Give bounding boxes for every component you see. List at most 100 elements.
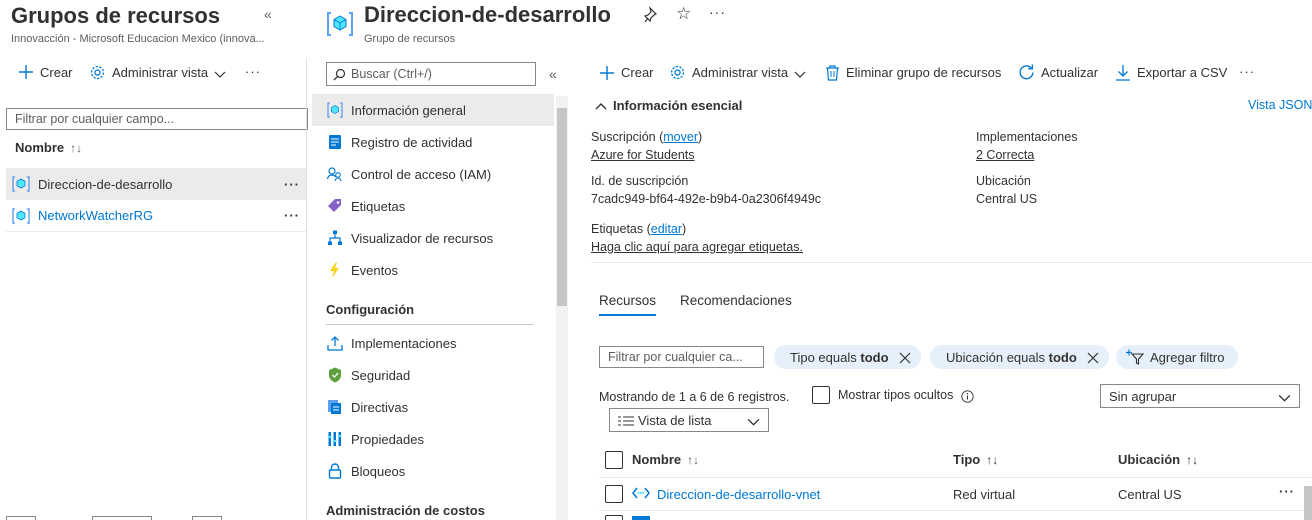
- location-filter-prefix: Ubicación equals: [946, 349, 1046, 365]
- nav-item-properties[interactable]: Propiedades: [312, 423, 554, 455]
- pagination-page[interactable]: [92, 516, 152, 520]
- essentials-toggle[interactable]: Información esencial: [595, 98, 742, 113]
- pagination-next[interactable]: [192, 516, 222, 520]
- cube-icon: [326, 102, 344, 118]
- name-column-label: Nombre: [632, 452, 682, 467]
- gear-icon: [669, 64, 686, 81]
- group-by-dropdown[interactable]: Sin agrupar: [1100, 384, 1300, 408]
- nav-item-events[interactable]: Eventos: [312, 254, 554, 286]
- chevron-down-icon: [214, 65, 226, 80]
- nav-item-policies[interactable]: Directivas: [312, 391, 554, 423]
- type-column-header[interactable]: Tipo ↑↓: [953, 452, 998, 467]
- show-hidden-types[interactable]: Mostrar tipos ocultos: [812, 386, 974, 404]
- edit-tags-link[interactable]: editar: [651, 222, 682, 236]
- nav-item-activity-log[interactable]: Registro de actividad: [312, 126, 554, 158]
- close-icon[interactable]: [1087, 350, 1099, 365]
- show-hidden-label: Mostrar tipos ocultos: [838, 388, 954, 402]
- nav-item-security[interactable]: Seguridad: [312, 359, 554, 391]
- more-options-button[interactable]: ···: [709, 4, 726, 20]
- list-item[interactable]: Direccion-de-desarrollo ···: [6, 168, 306, 200]
- gear-icon: [89, 64, 106, 81]
- nav-item-label: Propiedades: [351, 431, 424, 447]
- move-subscription-link[interactable]: mover: [663, 130, 698, 144]
- resource-filter-input[interactable]: Filtrar por cualquier ca...: [599, 346, 764, 368]
- resource-type: Red virtual: [953, 487, 1016, 502]
- main-scrollbar-thumb[interactable]: [1304, 486, 1312, 520]
- manage-view-button[interactable]: Administrar vista: [89, 64, 226, 81]
- type-filter-value: todo: [860, 349, 889, 365]
- tag-icon: [326, 198, 344, 214]
- create-label: Crear: [40, 64, 73, 80]
- collapse-menu-button[interactable]: «: [549, 66, 557, 82]
- row-more-button[interactable]: ···: [284, 208, 300, 223]
- close-icon[interactable]: [899, 350, 911, 365]
- nav-item-locks[interactable]: Bloqueos: [312, 455, 554, 487]
- menu-search-input[interactable]: Buscar (Ctrl+/): [326, 62, 536, 86]
- add-filter-button[interactable]: Agregar filtro: [1116, 345, 1239, 369]
- menu-scrollbar-thumb[interactable]: [557, 108, 567, 306]
- deployments-value-link[interactable]: 2 Correcta: [976, 148, 1034, 162]
- pin-icon[interactable]: [643, 6, 660, 27]
- subscription-id-label: Id. de suscripción: [591, 174, 689, 188]
- more-toolbar-button[interactable]: ···: [1239, 64, 1255, 79]
- json-view-link[interactable]: Vista JSON: [1248, 98, 1312, 112]
- nav-item-label: Información general: [351, 102, 466, 118]
- row-checkbox[interactable]: [605, 515, 623, 520]
- properties-icon: [326, 431, 344, 447]
- create-resource-button[interactable]: Crear: [599, 64, 654, 81]
- location-column-header[interactable]: Ubicación ↑↓: [1118, 452, 1198, 467]
- manage-view-button[interactable]: Administrar vista: [669, 64, 806, 81]
- nav-item-overview[interactable]: Información general: [312, 94, 554, 126]
- plus-icon: [599, 64, 615, 81]
- essentials-divider: [591, 262, 1312, 263]
- chevron-down-icon: [747, 412, 760, 427]
- resource-name-link[interactable]: Direccion-de-desarrollo-vnet: [657, 487, 820, 502]
- row-more-button[interactable]: ···: [1279, 484, 1295, 499]
- type-filter-pill[interactable]: Tipo equals todo: [774, 345, 921, 369]
- info-icon: [961, 387, 974, 403]
- group-by-value: Sin agrupar: [1109, 388, 1177, 404]
- delete-label: Eliminar grupo de recursos: [846, 64, 1002, 80]
- nav-section-costs: Administración de costos: [326, 503, 485, 518]
- select-all-checkbox[interactable]: [605, 451, 623, 469]
- lock-icon: [326, 463, 344, 479]
- row-more-button[interactable]: ···: [284, 177, 300, 192]
- nav-section-divider: [326, 324, 534, 325]
- nav-item-iam[interactable]: Control de acceso (IAM): [312, 158, 554, 190]
- name-column-header[interactable]: Nombre ↑↓: [632, 452, 699, 467]
- collapse-panel-button[interactable]: «: [264, 6, 272, 22]
- subscription-value-link[interactable]: Azure for Students: [591, 148, 695, 162]
- favorite-star-icon[interactable]: ☆: [676, 4, 691, 24]
- add-filter-icon: [1126, 349, 1144, 366]
- nav-item-resource-visualizer[interactable]: Visualizador de recursos: [312, 222, 554, 254]
- download-icon: [1115, 64, 1131, 81]
- delete-resource-group-button[interactable]: Eliminar grupo de recursos: [825, 64, 1001, 81]
- location-filter-pill[interactable]: Ubicación equals todo: [930, 345, 1109, 369]
- export-label: Exportar a CSV: [1137, 65, 1228, 81]
- manage-view-label: Administrar vista: [112, 65, 209, 81]
- table-row[interactable]: Direccion-de-desarrollo-vnet Red virtual…: [599, 478, 1312, 510]
- location-filter-text: Ubicación equals todo: [946, 350, 1077, 365]
- list-item[interactable]: NetworkWatcherRG ···: [6, 200, 306, 232]
- list-item-name: NetworkWatcherRG: [38, 208, 154, 223]
- refresh-button[interactable]: Actualizar: [1018, 64, 1098, 81]
- filter-input[interactable]: Filtrar por cualquier campo...: [6, 108, 308, 130]
- show-hidden-checkbox[interactable]: [812, 386, 830, 404]
- tab-recommendations[interactable]: Recomendaciones: [680, 293, 792, 308]
- plus-icon: [18, 64, 34, 80]
- essentials-heading: Información esencial: [613, 98, 743, 113]
- view-mode-dropdown[interactable]: Vista de lista: [609, 408, 769, 432]
- export-csv-button[interactable]: Exportar a CSV: [1115, 64, 1227, 81]
- name-column-header[interactable]: Nombre ↑↓: [15, 140, 82, 155]
- more-commands-button[interactable]: ···: [245, 64, 261, 79]
- tab-resources[interactable]: Recursos: [599, 293, 656, 308]
- add-tags-link[interactable]: Haga clic aquí para agregar etiquetas.: [591, 240, 803, 254]
- nav-item-deployments[interactable]: Implementaciones: [312, 327, 554, 359]
- location-filter-value: todo: [1048, 349, 1077, 365]
- nav-item-tags[interactable]: Etiquetas: [312, 190, 554, 222]
- row-checkbox[interactable]: [605, 485, 623, 503]
- create-button[interactable]: Crear: [18, 64, 73, 80]
- nav-item-label: Seguridad: [351, 367, 411, 383]
- hierarchy-icon: [326, 230, 344, 246]
- pagination-prev[interactable]: [6, 516, 36, 520]
